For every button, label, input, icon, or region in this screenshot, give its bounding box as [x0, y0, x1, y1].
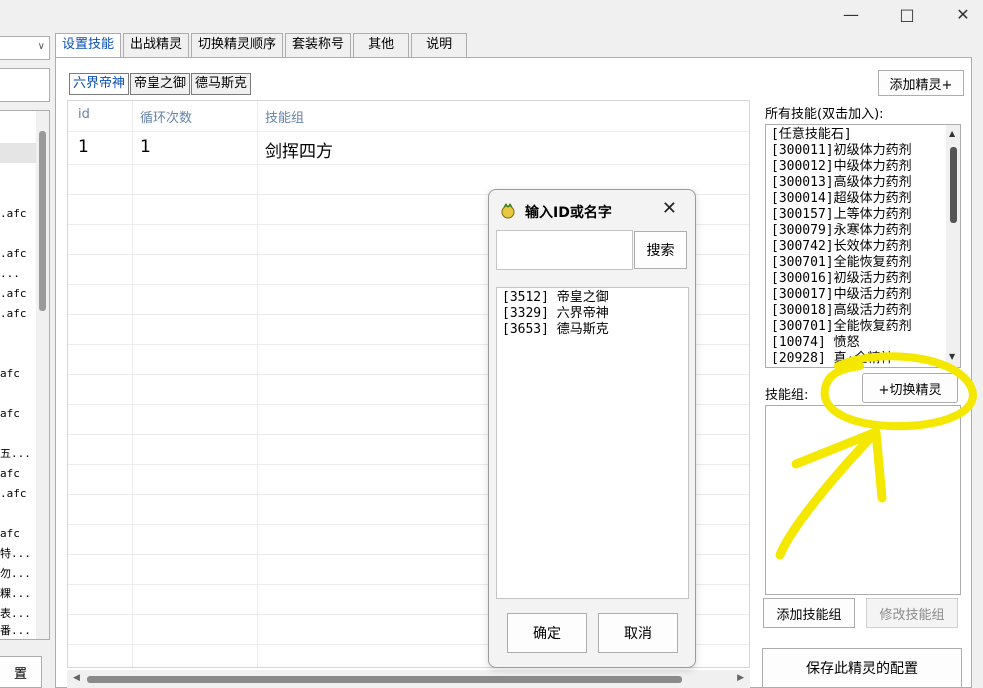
scroll-left-icon[interactable]: ◀ — [73, 673, 80, 683]
sprite-tab[interactable]: 帝皇之御 — [130, 73, 191, 95]
skill-item[interactable]: [300013]高级体力药剂 — [771, 175, 912, 191]
main-tabs: 设置技能 出战精灵 切换精灵顺序 套装称号 其他 说明 — [55, 33, 469, 59]
column-header-id[interactable]: id — [78, 107, 90, 122]
list-item[interactable]: 五... — [0, 444, 36, 464]
skill-item[interactable]: [任意技能石] — [771, 127, 852, 143]
skill-item[interactable]: [300742]长效体力药剂 — [771, 239, 912, 255]
list-item[interactable]: .afc — [0, 244, 36, 264]
add-sprite-button[interactable]: 添加精灵+ — [878, 70, 964, 96]
result-list[interactable]: [3512] 帝皇之御 [3329] 六界帝神 [3653] 德马斯克 — [496, 287, 689, 599]
list-item[interactable]: .afc — [0, 484, 36, 504]
scroll-thumb[interactable] — [950, 147, 957, 223]
search-button[interactable]: 搜索 — [634, 231, 687, 269]
search-input[interactable] — [496, 230, 633, 270]
scroll-thumb[interactable] — [39, 131, 46, 311]
close-icon[interactable]: ✕ — [940, 0, 983, 28]
scroll-right-icon[interactable]: ▶ — [737, 673, 744, 683]
skill-item[interactable]: [300018]高级活力药剂 — [771, 303, 912, 319]
list-item[interactable]: .afc — [0, 284, 36, 304]
list-item[interactable]: afc — [0, 364, 36, 384]
ok-button[interactable]: 确定 — [507, 613, 587, 653]
scroll-thumb[interactable] — [87, 676, 682, 683]
cell-loops[interactable]: 1 — [140, 137, 151, 157]
cell-id[interactable]: 1 — [78, 137, 89, 157]
list-item[interactable]: 特... — [0, 544, 36, 564]
tab-suit-title[interactable]: 套装称号 — [285, 33, 352, 57]
tab-switch-order[interactable]: 切换精灵顺序 — [191, 33, 284, 57]
scroll-up-icon[interactable]: ▲ — [949, 129, 955, 138]
left-dropdown[interactable]: ∨ — [0, 36, 50, 60]
save-sprite-config-button[interactable]: 保存此精灵的配置 — [762, 648, 962, 688]
tab-other[interactable]: 其他 — [353, 33, 410, 57]
list-item[interactable]: .afc — [0, 304, 36, 324]
list-item[interactable]: 勿... — [0, 564, 36, 584]
skill-item[interactable]: [10074] 愤怒 — [771, 335, 860, 351]
skill-item[interactable]: [300701]全能恢复药剂 — [771, 319, 912, 335]
list-item[interactable]: .afc — [0, 204, 36, 224]
scroll-down-icon[interactable]: ▼ — [949, 352, 955, 361]
all-skills-list[interactable]: [任意技能石] [300011]初级体力药剂 [300012]中级体力药剂 [3… — [765, 124, 961, 368]
add-skill-group-button[interactable]: 添加技能组 — [763, 598, 855, 628]
skill-item[interactable]: [300079]永寒体力药剂 — [771, 223, 912, 239]
sprite-tabs: 六界帝神 帝皇之御 德马斯克 — [69, 73, 252, 95]
list-item[interactable]: afc — [0, 524, 36, 544]
edit-skill-group-button: 修改技能组 — [866, 598, 958, 628]
close-icon[interactable]: ✕ — [662, 198, 677, 219]
left-bottom-button[interactable]: 置 — [0, 656, 42, 688]
minimize-icon[interactable]: — — [828, 0, 874, 28]
skill-item[interactable]: [300017]中级活力药剂 — [771, 287, 912, 303]
grid-horizontal-scrollbar[interactable]: ◀ ▶ — [67, 670, 750, 688]
input-id-dialog: 输入ID或名字 ✕ 搜索 [3512] 帝皇之御 [3329] 六界帝神 [36… — [488, 189, 696, 668]
column-header-group[interactable]: 技能组 — [265, 107, 304, 126]
list-item[interactable]: afc — [0, 464, 36, 484]
result-item[interactable]: [3512] 帝皇之御 — [502, 290, 609, 306]
tab-battle-sprites[interactable]: 出战精灵 — [123, 33, 190, 57]
sprite-tab[interactable]: 六界帝神 — [69, 73, 130, 95]
result-item[interactable]: [3653] 德马斯克 — [502, 322, 609, 338]
skill-item[interactable]: [300011]初级体力药剂 — [771, 143, 912, 159]
chevron-down-icon: ∨ — [37, 41, 45, 52]
sprite-tab[interactable]: 德马斯克 — [191, 73, 252, 95]
tab-help[interactable]: 说明 — [411, 33, 468, 57]
tab-skill-settings[interactable]: 设置技能 — [55, 33, 122, 59]
maximize-icon[interactable]: □ — [884, 0, 930, 28]
all-skills-label: 所有技能(双击加入): — [765, 107, 884, 122]
list-item[interactable]: 粿... — [0, 584, 36, 604]
skill-item[interactable]: [20928] 真·全精神 — [771, 351, 893, 367]
dialog-title: 输入ID或名字 — [525, 205, 612, 221]
left-list[interactable]: .afc .afc ... .afc .afc afc afc 五... afc… — [0, 110, 50, 640]
app-icon — [501, 203, 515, 219]
skill-item[interactable]: [300701]全能恢复药剂 — [771, 255, 912, 271]
left-field[interactable] — [0, 68, 50, 102]
left-scrollbar[interactable] — [36, 111, 49, 639]
switch-sprite-button[interactable]: +切换精灵 — [862, 373, 958, 403]
skill-item[interactable]: [300157]上等体力药剂 — [771, 207, 912, 223]
list-item[interactable]: 番... — [0, 621, 36, 639]
skill-group-label: 技能组: — [765, 388, 809, 403]
cell-group[interactable]: 剑挥四方 — [265, 137, 333, 162]
list-item-selected[interactable] — [0, 143, 36, 163]
column-header-loops[interactable]: 循环次数 — [140, 107, 192, 126]
skill-item[interactable]: [300012]中级体力药剂 — [771, 159, 912, 175]
list-item[interactable]: afc — [0, 404, 36, 424]
cancel-button[interactable]: 取消 — [598, 613, 678, 653]
skill-item[interactable]: [300014]超级体力药剂 — [771, 191, 912, 207]
skills-scrollbar[interactable]: ▲ ▼ — [946, 125, 960, 367]
result-item[interactable]: [3329] 六界帝神 — [502, 306, 609, 322]
skill-item[interactable]: [300016]初级活力药剂 — [771, 271, 912, 287]
list-item[interactable]: ... — [0, 264, 36, 284]
skill-group-box[interactable] — [765, 405, 961, 595]
